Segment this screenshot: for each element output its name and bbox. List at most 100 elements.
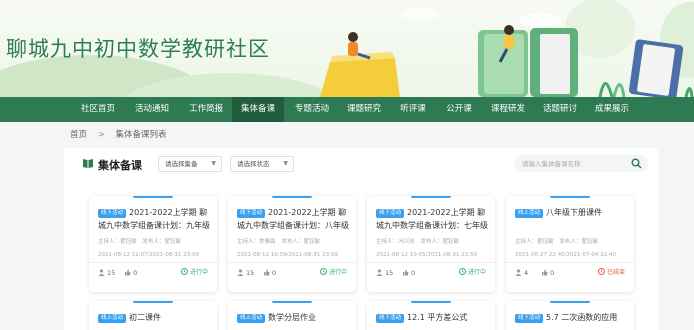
likes-count: 0 [272, 269, 277, 277]
thumbs-up-icon [542, 269, 548, 276]
card-publisher: 发布人：翟钰敏 [142, 239, 182, 245]
card-date: 2021-08-12 11:07/2021-08-31 23:59 [98, 252, 199, 258]
card-footer: 4 0 已结束 [515, 268, 625, 278]
likes-stat: 0 [402, 268, 415, 278]
card-title: 线下活动 2021-2022上学期 聊城九中数学组备课计划：九年级 [98, 206, 210, 232]
likes-stat: 0 [263, 268, 276, 278]
user-icon [376, 269, 383, 276]
book-icon [83, 159, 93, 168]
nav-special-activity[interactable]: 专题活动 [286, 97, 338, 122]
chevron-down-icon: ▼ [211, 160, 216, 167]
card-title-text: 初二课件 [129, 313, 162, 322]
lesson-card[interactable]: 线上活动 八年级下册课件 主持人：翟钰敏 发布人：翟钰敏 2021-06-27 22… [506, 196, 634, 292]
card-meta: 主持人：翟钰敏 发布人：翟钰敏 [515, 237, 598, 245]
card-accent-line [272, 196, 312, 198]
search-icon[interactable] [631, 158, 642, 169]
lesson-card[interactable]: 线上活动 初二课件 [89, 301, 217, 330]
category-select[interactable]: 请选择集备 ▼ [158, 156, 222, 172]
nav-achievements[interactable]: 成果展示 [586, 97, 638, 122]
status-select[interactable]: 请选择状态 ▼ [230, 156, 294, 172]
activity-tag: 线上活动 [98, 314, 127, 323]
card-divider [506, 262, 634, 263]
header-banner: 聊城九中初中数学教研社区 [0, 0, 694, 97]
card-date: 2021-08-12 10:59/2021-08-31 23:59 [237, 252, 338, 258]
likes-count: 0 [550, 269, 555, 277]
lesson-card[interactable]: 线下活动 12.1 平方差公式 [367, 301, 495, 330]
nav-topic-discussion[interactable]: 话题研讨 [534, 97, 586, 122]
card-title: 线下活动 5.7 二次函数的应用 [515, 311, 627, 324]
card-title-text: 5.7 二次函数的应用 [546, 313, 618, 322]
breadcrumb-current: 集体备课列表 [115, 130, 167, 140]
card-host: 主持人：翟钰敏 [98, 239, 137, 245]
card-footer: 15 0 进行中 [98, 268, 208, 278]
card-meta: 主持人：冯兴法 发布人：翟钰敏 [376, 237, 459, 245]
nav-research[interactable]: 课题研究 [338, 97, 390, 122]
chevron-down-icon: ▼ [283, 160, 288, 167]
nav-home[interactable]: 社区首页 [72, 97, 124, 122]
main-nav: 社区首页 活动通知 工作简报 集体备课 专题活动 课题研究 听评课 公开课 课程… [0, 97, 694, 122]
panel-title: 集体备课 [98, 159, 142, 172]
views-count: 15 [246, 269, 255, 277]
card-host: 主持人：冯兴法 [376, 239, 415, 245]
card-title: 线上活动 初二课件 [98, 311, 210, 324]
status-badge: 已结束 [597, 268, 625, 278]
card-date: 2021-08-12 10:55/2021-08-31 23:59 [376, 252, 477, 258]
views-count: 15 [385, 269, 394, 277]
card-divider [89, 262, 217, 263]
search-input[interactable] [514, 155, 648, 172]
card-accent-line [550, 301, 590, 303]
status-badge: 进行中 [319, 268, 347, 278]
views-stat: 15 [376, 268, 393, 278]
activity-tag: 线下活动 [515, 314, 544, 323]
card-meta: 主持人：常雅晨 发布人：翟钰敏 [237, 237, 320, 245]
activity-tag: 线下活动 [376, 209, 405, 218]
status-text: 进行中 [189, 269, 208, 276]
lesson-card[interactable]: 线下活动 5.7 二次函数的应用 [506, 301, 634, 330]
card-accent-line [133, 196, 173, 198]
nav-collective-lesson[interactable]: 集体备课 [232, 97, 284, 122]
card-accent-line [411, 301, 451, 303]
card-title: 线上活动 八年级下册课件 [515, 206, 627, 219]
clock-icon [180, 268, 188, 275]
card-title: 线下活动 12.1 平方差公式 [376, 311, 488, 324]
card-accent-line [411, 196, 451, 198]
clock-icon [597, 268, 605, 275]
card-accent-line [550, 196, 590, 198]
views-stat: 15 [237, 268, 254, 278]
thumbs-up-icon [403, 269, 409, 276]
breadcrumb-home[interactable]: 首页 [70, 130, 87, 140]
collective-lesson-panel: 集体备课 请选择集备 ▼ 请选择状态 ▼ 线下活动2021-2022上学期 聊城… [64, 148, 658, 330]
nav-open-class[interactable]: 公开课 [436, 97, 482, 122]
activity-tag: 线下活动 [98, 209, 127, 218]
nav-lesson-review[interactable]: 听评课 [390, 97, 436, 122]
card-title: 线下活动 2021-2022上学期 聊城九中数学组备课计划：八年级 [237, 206, 349, 232]
lesson-card[interactable]: 线上活动 数学分层作业 [228, 301, 356, 330]
breadcrumb-separator: > [97, 130, 105, 140]
lesson-card[interactable]: 线下活动 2021-2022上学期 聊城九中数学组备课计划：八年级 主持人：常雅晨… [228, 196, 356, 292]
user-icon [98, 269, 105, 276]
nav-activity-notice[interactable]: 活动通知 [126, 97, 178, 122]
lesson-card[interactable]: 线下活动 2021-2022上学期 聊城九中数学组备课计划：七年级 主持人：冯兴法… [367, 196, 495, 292]
views-stat: 15 [98, 268, 115, 278]
card-publisher: 发布人：翟钰敏 [559, 239, 599, 245]
status-badge: 进行中 [458, 268, 486, 278]
card-title-text: 12.1 平方差公式 [407, 313, 468, 322]
card-title-text: 数学分层作业 [268, 313, 317, 322]
nav-work-brief[interactable]: 工作简报 [180, 97, 232, 122]
card-meta: 主持人：翟钰敏 发布人：翟钰敏 [98, 237, 181, 245]
user-icon [237, 269, 244, 276]
clock-icon [319, 268, 327, 275]
likes-stat: 0 [124, 268, 137, 278]
nav-course-dev[interactable]: 课程研发 [482, 97, 534, 122]
likes-count: 0 [411, 269, 416, 277]
activity-tag: 线上活动 [515, 209, 544, 218]
card-accent-line [272, 301, 312, 303]
card-title: 线上活动 数学分层作业 [237, 311, 349, 324]
status-badge: 进行中 [180, 268, 208, 278]
card-footer: 15 0 进行中 [376, 268, 486, 278]
status-text: 已结束 [606, 269, 625, 276]
lesson-card[interactable]: 线下活动 2021-2022上学期 聊城九中数学组备课计划：九年级 主持人：翟钰敏… [89, 196, 217, 292]
activity-tag: 线下活动 [237, 209, 266, 218]
card-accent-line [133, 301, 173, 303]
likes-stat: 0 [541, 268, 554, 278]
